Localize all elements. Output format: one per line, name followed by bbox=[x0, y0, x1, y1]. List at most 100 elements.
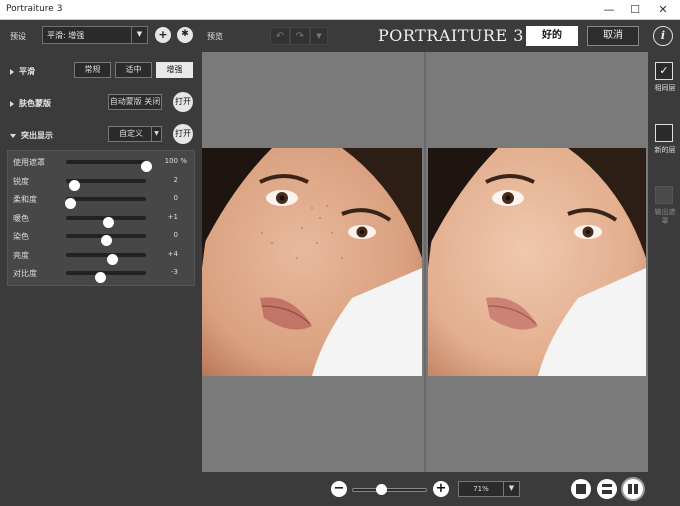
slider-label: 对比度 bbox=[13, 269, 37, 278]
slider-row: 亮度 +4 bbox=[8, 248, 196, 265]
slider-handle[interactable] bbox=[102, 216, 114, 228]
brand-logo: PORTRAITURE 3 ai bbox=[378, 26, 545, 45]
single-view-button[interactable] bbox=[571, 479, 591, 499]
slider-handle[interactable] bbox=[107, 253, 119, 265]
retouched-photo bbox=[428, 148, 646, 376]
slider-unit: % bbox=[180, 157, 187, 165]
enhance-preset-select[interactable]: 自定义 ▼ bbox=[108, 126, 162, 142]
slider-value: -3 bbox=[171, 268, 178, 276]
slider-track[interactable] bbox=[65, 197, 146, 209]
add-preset-button[interactable]: + bbox=[155, 27, 171, 43]
split-horizontal-icon bbox=[602, 484, 612, 489]
expand-arrow-icon bbox=[10, 100, 14, 107]
slider-label: 使用遮罩 bbox=[13, 158, 45, 167]
slider-handle[interactable] bbox=[141, 161, 152, 172]
same-layer-label: 相同层 bbox=[654, 84, 676, 92]
enhance-sliders-panel: 使用遮罩 100% 锐度 2 柔和度 0 暖色 +1 染色 0 亮度 +4 对比度 -3 bbox=[7, 150, 195, 286]
slider-track[interactable] bbox=[66, 234, 146, 246]
slider-handle[interactable] bbox=[69, 179, 80, 191]
bottom-bar: − + 71% ▼ bbox=[0, 472, 680, 506]
split-vertical-view-button[interactable] bbox=[623, 479, 643, 499]
preset-value: 平滑: 增强 bbox=[47, 31, 85, 40]
smoothing-option-medium[interactable]: 适中 bbox=[115, 62, 152, 78]
gear-icon[interactable]: ✱ bbox=[177, 27, 193, 43]
new-layer-checkbox[interactable] bbox=[655, 124, 673, 142]
slider-label: 暖色 bbox=[13, 213, 29, 223]
cancel-button[interactable]: 取消 bbox=[587, 26, 639, 46]
zoom-out-button[interactable]: − bbox=[331, 481, 347, 497]
slider-track[interactable] bbox=[66, 252, 146, 265]
slider-row: 染色 0 bbox=[8, 229, 196, 246]
expand-arrow-icon bbox=[10, 68, 14, 75]
slider-row: 柔和度 0 bbox=[8, 192, 196, 209]
auto-mask-button[interactable]: 自动蒙版 关闭 bbox=[108, 94, 162, 110]
collapse-arrow-icon bbox=[10, 133, 16, 138]
chevron-down-icon: ▼ bbox=[131, 27, 147, 43]
zoom-slider-handle[interactable] bbox=[376, 484, 387, 495]
redo-icon: ↷ bbox=[295, 31, 305, 42]
zoom-value: 71% bbox=[473, 485, 489, 493]
chevron-down-icon: ▼ bbox=[316, 32, 322, 40]
slider-track[interactable] bbox=[66, 215, 146, 228]
slider-track[interactable] bbox=[66, 271, 146, 283]
slider-value: +4 bbox=[167, 249, 178, 258]
info-icon[interactable]: i bbox=[653, 26, 673, 46]
preview-area[interactable] bbox=[202, 52, 648, 472]
output-mask-checkbox[interactable] bbox=[655, 186, 673, 204]
maximize-button[interactable]: ☐ bbox=[622, 0, 648, 20]
minimize-button[interactable]: — bbox=[596, 0, 622, 20]
smoothing-option-normal[interactable]: 常规 bbox=[74, 62, 111, 78]
history-dropdown[interactable]: ▼ bbox=[310, 27, 328, 45]
skin-mask-open-button[interactable]: 打开 bbox=[173, 92, 193, 112]
window-title: Portraiture 3 bbox=[6, 4, 63, 14]
slider-value: 0 bbox=[173, 194, 178, 202]
slider-value: 100 bbox=[164, 157, 178, 165]
slider-track[interactable] bbox=[66, 178, 146, 191]
slider-handle[interactable] bbox=[101, 235, 112, 246]
slider-row: 对比度 -3 bbox=[8, 266, 196, 283]
close-button[interactable]: ✕ bbox=[650, 0, 676, 20]
before-pane bbox=[202, 52, 424, 472]
preview-label: 预览 bbox=[207, 32, 223, 41]
slider-handle[interactable] bbox=[65, 198, 76, 209]
zoom-select[interactable]: 71% ▼ bbox=[458, 481, 520, 497]
skin-mask-section-header[interactable]: 肤色蒙版 bbox=[10, 98, 51, 109]
enhance-section-header[interactable]: 突出显示 bbox=[10, 130, 53, 141]
slider-value: 2 bbox=[173, 175, 178, 184]
slider-label: 染色 bbox=[13, 232, 29, 241]
zoom-slider[interactable] bbox=[352, 488, 427, 492]
after-pane bbox=[426, 52, 648, 472]
undo-button[interactable]: ↶ bbox=[270, 27, 290, 45]
single-view-icon bbox=[576, 484, 586, 494]
title-bar: Portraiture 3 — ☐ ✕ bbox=[0, 0, 680, 20]
same-layer-checkbox[interactable]: ✓ bbox=[655, 62, 673, 80]
app-body: 预设 平滑: 增强 ▼ + ✱ 预览 ↶ ↷ ▼ PORTRAITURE 3 a… bbox=[0, 20, 680, 506]
slider-label: 柔和度 bbox=[13, 195, 37, 204]
output-panel: ✓ 相同层 新的层 输出遮罩 bbox=[650, 52, 680, 472]
undo-icon: ↶ bbox=[275, 31, 285, 42]
slider-handle[interactable] bbox=[95, 272, 107, 283]
new-layer-label: 新的层 bbox=[654, 146, 676, 154]
smoothing-section-header[interactable]: 平滑 bbox=[10, 66, 35, 77]
slider-label: 亮度 bbox=[13, 250, 29, 260]
smoothing-option-strong[interactable]: 增强 bbox=[156, 62, 193, 78]
slider-row: 暖色 +1 bbox=[8, 211, 196, 228]
ok-button[interactable]: 好的 bbox=[526, 26, 578, 46]
checkmark-icon: ✓ bbox=[659, 64, 669, 77]
slider-row: 使用遮罩 100% bbox=[8, 155, 196, 172]
split-horizontal-view-button[interactable] bbox=[597, 479, 617, 499]
preset-select[interactable]: 平滑: 增强 ▼ bbox=[42, 26, 148, 44]
toolbar: 预设 平滑: 增强 ▼ + ✱ 预览 ↶ ↷ ▼ PORTRAITURE 3 a… bbox=[0, 20, 680, 52]
slider-label: 锐度 bbox=[13, 176, 29, 186]
slider-track[interactable] bbox=[66, 160, 152, 172]
enhance-open-button[interactable]: 打开 bbox=[173, 124, 193, 144]
output-mask-label: 输出遮罩 bbox=[654, 208, 676, 225]
redo-button[interactable]: ↷ bbox=[290, 27, 310, 45]
split-vertical-icon bbox=[628, 484, 632, 494]
slider-value: +1 bbox=[167, 212, 178, 221]
preset-label: 预设 bbox=[10, 32, 26, 41]
chevron-down-icon: ▼ bbox=[151, 127, 161, 141]
slider-value: 0 bbox=[173, 231, 178, 239]
zoom-in-button[interactable]: + bbox=[433, 481, 449, 497]
slider-row: 锐度 2 bbox=[8, 174, 196, 191]
